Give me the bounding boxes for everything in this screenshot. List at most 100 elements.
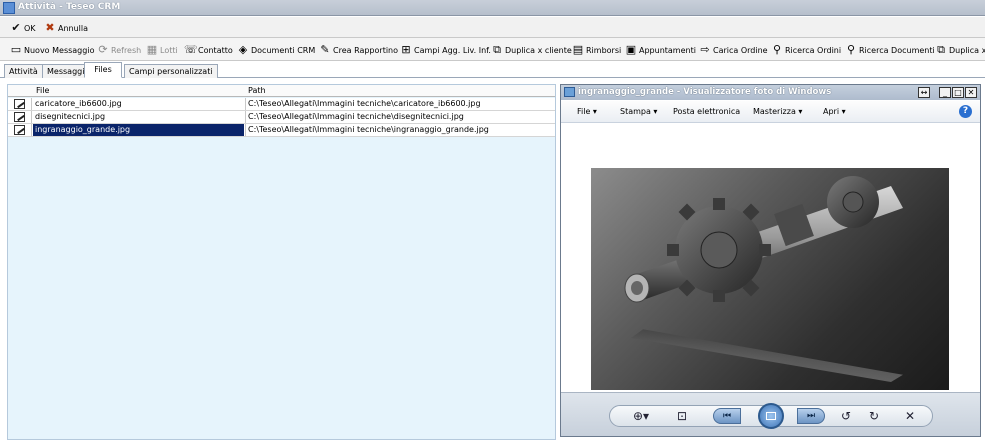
cancel-button[interactable]: ✖ Annulla [44,21,88,35]
toolbar-primary: ✔ OK ✖ Annulla [0,17,985,38]
table-row-selected[interactable]: ingranaggio_grande.jpg C:\Teseo\Allegati… [8,124,555,137]
extra-fields-button[interactable]: ⊞ Campi Agg. Liv. Inf. [400,43,491,57]
create-report-label: Crea Rapportino [333,45,399,55]
viewer-menubar: File ▾ Stampa ▾ Posta elettronica Master… [561,101,980,123]
documents-crm-button[interactable]: ◈ Documenti CRM [237,43,316,57]
menu-stampa[interactable]: Stampa ▾ [620,107,657,116]
menu-posta-label: Posta elettronica [673,107,741,116]
duplicate-x-button[interactable]: ⧉ Duplica x [935,43,985,57]
duplicate-icon: ⧉ [493,43,501,56]
ok-button[interactable]: ✔ OK [10,21,35,35]
window-titlebar: Attività - Teseo CRM [0,0,985,16]
search-documents-label: Ricerca Documenti [859,45,935,55]
tab-messaggi[interactable]: Messaggi [42,64,90,78]
fields-icon: ⊞ [401,43,411,56]
menu-apri[interactable]: Apri ▾ [823,107,846,116]
menu-masterizza[interactable]: Masterizza ▾ [753,107,802,116]
table-row[interactable]: disegnitecnici.jpg C:\Teseo\Allegati\Imm… [8,111,555,124]
load-order-label: Carica Ordine [713,45,768,55]
fit-to-window-icon[interactable]: ⊡ [677,409,687,423]
appointments-button[interactable]: ▣ Appuntamenti [625,43,696,57]
files-grid: File Path caricatore_ib6600.jpg C:\Teseo… [7,84,556,440]
path-cell[interactable]: C:\Teseo\Allegati\Immagini tecniche\dise… [245,111,555,123]
gear-shaft-photo [591,168,949,390]
column-header-file[interactable]: File [36,86,49,95]
path-cell[interactable]: C:\Teseo\Allegati\Immagini tecniche\ingr… [245,124,555,136]
viewer-controls: ⊕▾ ⊡ ⏮ ⏭ ↺ ↻ ✕ [561,392,980,436]
create-report-button[interactable]: ✎ Crea Rapportino [319,43,398,57]
rotate-right-icon[interactable]: ↻ [869,409,879,423]
edit-cell[interactable] [8,98,32,110]
search-documents-button[interactable]: ⚲ Ricerca Documenti [845,43,935,57]
edit-icon [14,112,25,122]
slideshow-button[interactable] [758,403,784,429]
viewer-titlebar: ingranaggio_grande - Visualizzatore foto… [561,85,980,100]
extra-fields-label: Campi Agg. Liv. Inf. [414,45,491,55]
new-message-button[interactable]: ▭ Nuovo Messaggio [10,43,95,57]
refunds-button[interactable]: ▤ Rimborsi [572,43,621,57]
rotate-left-icon[interactable]: ↺ [841,409,851,423]
menu-masterizza-label: Masterizza [753,107,796,116]
menu-file[interactable]: File ▾ [577,107,597,116]
search-documents-icon: ⚲ [846,43,856,56]
edit-cell[interactable] [8,124,32,136]
lots-label: Lotti [160,45,178,55]
lots-icon: ▦ [146,43,158,56]
contact-icon: ☏ [184,43,198,56]
close-icon[interactable]: ✕ [965,87,977,98]
contact-button[interactable]: ☏ Contatto [184,43,233,57]
load-order-icon: ⇨ [700,43,710,56]
photo-viewer-window: ingranaggio_grande - Visualizzatore foto… [560,84,981,437]
file-cell[interactable]: disegnitecnici.jpg [33,111,244,123]
file-cell[interactable]: caricatore_ib6600.jpg [33,98,244,110]
duplicate-icon: ⧉ [937,43,945,56]
restore-arrows-icon[interactable]: ↔ [918,87,930,98]
menu-posta-elettronica[interactable]: Posta elettronica [673,107,740,116]
new-message-icon: ▭ [10,43,22,56]
tab-campi-personalizzati[interactable]: Campi personalizzati [124,64,218,78]
documents-crm-label: Documenti CRM [251,45,316,55]
file-cell[interactable]: ingranaggio_grande.jpg [33,124,244,136]
photo-viewer-icon [564,87,575,97]
toolbar-secondary: ▭ Nuovo Messaggio ⟳ Refresh ▦ Lotti ☏ Co… [0,38,985,61]
path-cell[interactable]: C:\Teseo\Allegati\Immagini tecniche\cari… [245,98,555,110]
duplicate-customer-button[interactable]: ⧉ Duplica x cliente [491,43,572,57]
lots-button[interactable]: ▦ Lotti [146,43,178,57]
edit-cell[interactable] [8,111,32,123]
menu-apri-label: Apri [823,107,840,116]
refresh-icon: ⟳ [98,43,108,56]
grid-header: File Path [8,85,555,97]
photo-canvas [561,124,980,392]
calendar-icon: ▣ [625,43,637,56]
delete-icon[interactable]: ✕ [905,409,915,423]
previous-icon[interactable]: ⏮ [713,408,741,424]
search-orders-button[interactable]: ⚲ Ricerca Ordini [771,43,841,57]
table-row[interactable]: caricatore_ib6600.jpg C:\Teseo\Allegati\… [8,98,555,111]
checkmark-icon: ✔ [11,21,21,34]
zoom-icon[interactable]: ⊕▾ [633,409,649,423]
documents-icon: ◈ [238,43,248,56]
minimize-icon[interactable]: _ [939,87,951,98]
menu-stampa-label: Stampa [620,107,651,116]
help-icon[interactable]: ? [959,105,972,118]
column-header-path[interactable]: Path [248,86,266,95]
tab-attivita[interactable]: Attività [4,64,43,78]
menu-file-label: File [577,107,591,116]
calculator-icon: ▤ [572,43,584,56]
window-title: Attività - Teseo CRM [18,2,121,12]
cancel-label: Annulla [58,23,89,33]
refresh-button[interactable]: ⟳ Refresh [97,43,141,57]
gear-shaft-illustration [624,176,903,382]
maximize-icon[interactable]: □ [952,87,964,98]
report-icon: ✎ [320,43,330,56]
next-icon[interactable]: ⏭ [797,408,825,424]
app-icon [3,2,15,14]
tab-strip: Attività Messaggi Files Campi personaliz… [0,62,985,78]
contact-label: Contatto [198,45,233,55]
tab-files[interactable]: Files [84,62,122,78]
appointments-label: Appuntamenti [639,45,696,55]
duplicate-x-label: Duplica x [949,45,985,55]
load-order-button[interactable]: ⇨ Carica Ordine [699,43,768,57]
close-icon: ✖ [45,21,55,34]
new-message-label: Nuovo Messaggio [24,45,95,55]
